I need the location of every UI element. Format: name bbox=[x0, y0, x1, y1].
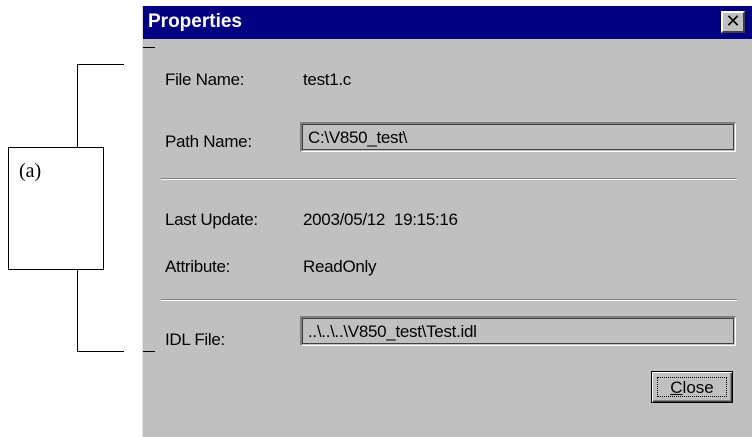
idl-file-label: IDL File: bbox=[165, 330, 225, 349]
title-bar[interactable]: Properties ✕ bbox=[143, 6, 752, 39]
bracket-bottom-line bbox=[77, 351, 124, 352]
attribute-value: ReadOnly bbox=[303, 257, 377, 276]
close-button-label: Close bbox=[657, 377, 727, 397]
bracket-top-line bbox=[77, 64, 124, 65]
bracket-vertical-upper bbox=[77, 64, 78, 148]
file-name-value: test1.c bbox=[303, 70, 351, 89]
file-name-label: File Name: bbox=[165, 70, 245, 89]
last-update-label: Last Update: bbox=[165, 210, 258, 229]
close-button-text: lose bbox=[682, 378, 714, 397]
close-icon[interactable]: ✕ bbox=[721, 11, 745, 33]
last-update-value: 2003/05/12 19:15:16 bbox=[303, 210, 458, 229]
path-name-field[interactable]: C:\V850_test\ bbox=[300, 122, 736, 152]
annotation-label: (a) bbox=[19, 160, 42, 182]
separator-top bbox=[161, 178, 737, 180]
bracket-vertical-lower bbox=[77, 270, 78, 352]
bracket-tick-bottom bbox=[143, 351, 155, 352]
path-name-label: Path Name: bbox=[165, 132, 252, 151]
close-button[interactable]: Close bbox=[651, 371, 733, 403]
separator-bottom bbox=[161, 299, 737, 301]
attribute-label: Attribute: bbox=[165, 257, 231, 276]
annotation-box: (a) bbox=[8, 147, 104, 270]
idl-file-field[interactable]: ..\..\..\V850_test\Test.idl bbox=[300, 316, 736, 346]
properties-dialog: Properties ✕ File Name: test1.c Path Nam… bbox=[142, 6, 752, 437]
bracket-tick-top bbox=[143, 47, 155, 48]
dialog-title: Properties bbox=[148, 11, 242, 32]
close-button-mnemonic: C bbox=[670, 378, 683, 397]
